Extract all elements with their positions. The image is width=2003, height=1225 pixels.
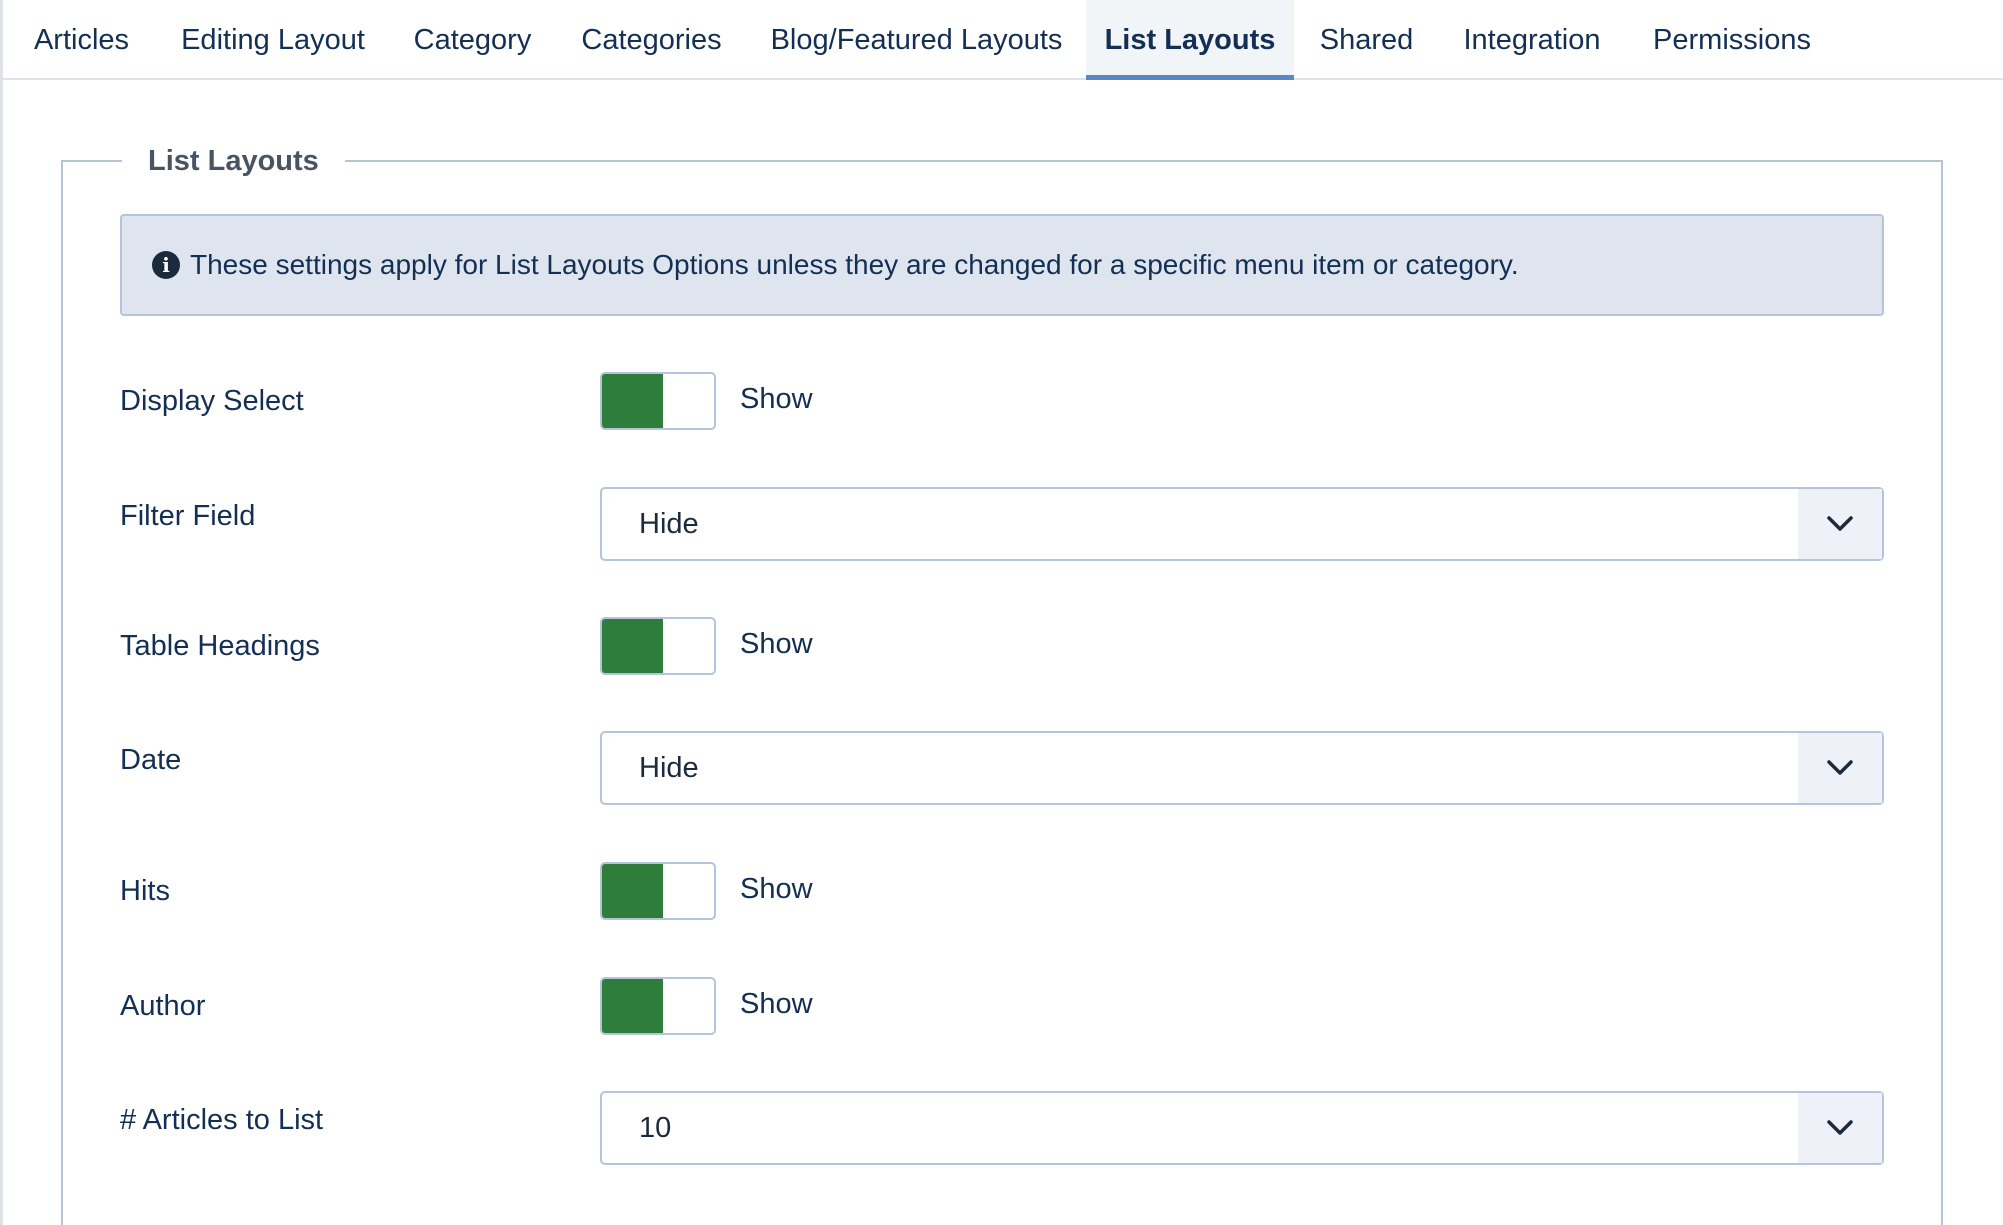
tab-list-layouts[interactable]: List Layouts <box>1086 0 1294 80</box>
tab-editing-layout[interactable]: Editing Layout <box>157 0 389 80</box>
toggle-knob <box>602 864 663 918</box>
tab-shared[interactable]: Shared <box>1294 0 1439 80</box>
display-select-value: Show <box>740 383 813 415</box>
tab-category[interactable]: Category <box>389 0 556 80</box>
tab-blog-featured-layouts[interactable]: Blog/Featured Layouts <box>747 0 1086 80</box>
info-alert: i These settings apply for List Layouts … <box>120 214 1884 316</box>
tab-articles[interactable]: Articles <box>6 0 157 80</box>
chevron-down-icon <box>1798 733 1882 803</box>
fieldset-legend: List Layouts <box>122 142 345 180</box>
toggle-knob <box>602 979 663 1033</box>
display-select-toggle[interactable] <box>600 372 716 430</box>
filter-field-value: Hide <box>639 508 699 540</box>
info-circle-icon: i <box>152 251 180 279</box>
tab-permissions[interactable]: Permissions <box>1625 0 1839 80</box>
hits-value: Show <box>740 873 813 905</box>
table-headings-toggle[interactable] <box>600 617 716 675</box>
date-value: Hide <box>639 752 699 784</box>
date-select[interactable]: Hide <box>600 731 1884 805</box>
author-value: Show <box>740 988 813 1020</box>
articles-to-list-value: 10 <box>639 1112 672 1144</box>
articles-to-list-select[interactable]: 10 <box>600 1091 1884 1165</box>
articles-to-list-label: # Articles to List <box>120 1104 324 1136</box>
filter-field-select[interactable]: Hide <box>600 487 1884 561</box>
date-label: Date <box>120 744 182 776</box>
tab-bar: Articles Editing Layout Category Categor… <box>0 0 2003 80</box>
display-select-label: Display Select <box>120 385 304 417</box>
info-alert-text: These settings apply for List Layouts Op… <box>190 249 1519 280</box>
toggle-knob <box>602 619 663 673</box>
list-layouts-fieldset <box>61 160 1943 1225</box>
chevron-down-icon <box>1798 1093 1882 1163</box>
toggle-knob <box>602 374 663 428</box>
hits-toggle[interactable] <box>600 862 716 920</box>
tab-categories[interactable]: Categories <box>556 0 747 80</box>
filter-field-label: Filter Field <box>120 500 256 532</box>
table-headings-label: Table Headings <box>120 630 320 662</box>
tab-integration[interactable]: Integration <box>1439 0 1625 80</box>
chevron-down-icon <box>1798 489 1882 559</box>
author-toggle[interactable] <box>600 977 716 1035</box>
author-label: Author <box>120 990 206 1022</box>
table-headings-value: Show <box>740 628 813 660</box>
hits-label: Hits <box>120 875 170 907</box>
